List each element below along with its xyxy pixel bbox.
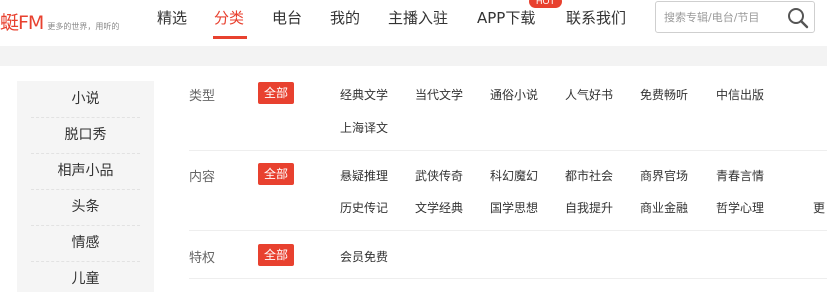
filter-tag[interactable]: 国学思想 <box>490 199 538 216</box>
filter-tag[interactable]: 上海译文 <box>340 119 388 136</box>
filter-tag[interactable]: 会员免费 <box>340 248 388 265</box>
filter-tag[interactable]: 文学经典 <box>415 199 463 216</box>
category-sidebar: 小说 脱口秀 相声小品 头条 情感 儿童 <box>17 81 154 292</box>
filter-tag[interactable]: 都市社会 <box>565 167 613 184</box>
nav-category[interactable]: 分类 <box>214 7 244 28</box>
filter-tag[interactable]: 哲学心理 <box>716 199 764 216</box>
filter-tag[interactable]: 商界官场 <box>640 167 688 184</box>
nav-radio[interactable]: 电台 <box>272 7 302 28</box>
sidebar-item-emotion[interactable]: 情感 <box>17 225 154 261</box>
sidebar-item-novel[interactable]: 小说 <box>17 81 154 117</box>
filter-label-type: 类型 <box>189 89 216 104</box>
sidebar-item-headlines[interactable]: 头条 <box>17 189 154 225</box>
filter-tag[interactable]: 通俗小说 <box>490 86 538 103</box>
filter-row-divider <box>189 150 827 151</box>
filter-label-privilege: 特权 <box>189 251 216 266</box>
nav-contact-us[interactable]: 联系我们 <box>566 7 626 28</box>
filter-tag[interactable]: 历史传记 <box>340 199 388 216</box>
filter-tag[interactable]: 经典文学 <box>340 86 388 103</box>
search-icon[interactable] <box>786 6 810 30</box>
nav-app-download[interactable]: APP下载 <box>477 7 535 28</box>
active-nav-indicator <box>213 36 247 39</box>
logo-slogan: 更多的世界，用听的 <box>47 22 120 31</box>
filter-privilege-all-button[interactable]: 全部 <box>258 244 294 266</box>
sidebar-item-crosstalk[interactable]: 相声小品 <box>17 153 154 189</box>
filter-label-content: 内容 <box>189 170 216 185</box>
filter-row-divider <box>189 278 827 279</box>
search-input[interactable] <box>664 2 782 32</box>
filter-tag[interactable]: 自我提升 <box>565 199 613 216</box>
filter-tag[interactable]: 中信出版 <box>716 86 764 103</box>
filter-tag-more[interactable]: 更 <box>813 199 825 216</box>
filter-type-all-button[interactable]: 全部 <box>258 82 294 104</box>
filter-tag[interactable]: 悬疑推理 <box>340 167 388 184</box>
top-header: 蜓FM 更多的世界，用听的 精选 分类 电台 我的 主播入驻 APP下载 联系我… <box>0 0 827 46</box>
search-box <box>655 1 815 33</box>
nav-mine[interactable]: 我的 <box>330 7 360 28</box>
sidebar-item-talkshow[interactable]: 脱口秀 <box>17 117 154 153</box>
filter-row-divider <box>189 230 827 231</box>
logo-text: 蜓FM <box>0 12 44 34</box>
filter-tag[interactable]: 青春言情 <box>716 167 764 184</box>
filter-tag[interactable]: 科幻魔幻 <box>490 167 538 184</box>
site-logo[interactable]: 蜓FM 更多的世界，用听的 <box>0 8 119 35</box>
sidebar-item-children[interactable]: 儿童 <box>17 261 154 292</box>
filter-tag[interactable]: 人气好书 <box>565 86 613 103</box>
filter-tag[interactable]: 当代文学 <box>415 86 463 103</box>
filter-tag[interactable]: 武侠传奇 <box>415 167 463 184</box>
filter-tag[interactable]: 商业金融 <box>640 199 688 216</box>
filter-tag[interactable]: 免费畅听 <box>640 86 688 103</box>
nav-host-signup[interactable]: 主播入驻 <box>388 7 448 28</box>
filter-content-all-button[interactable]: 全部 <box>258 163 294 185</box>
hot-badge: HOT <box>529 0 562 8</box>
header-separator-band <box>0 46 827 66</box>
nav-featured[interactable]: 精选 <box>157 7 187 28</box>
